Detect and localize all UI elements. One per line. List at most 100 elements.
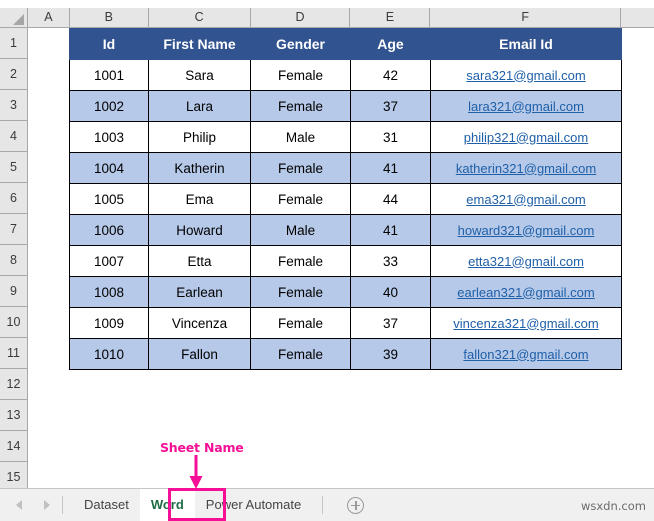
- cell-id[interactable]: 1010: [69, 338, 149, 370]
- row-number-12[interactable]: 12: [0, 369, 27, 400]
- row-number-13[interactable]: 13: [0, 400, 27, 431]
- cell-first-name[interactable]: Sara: [148, 59, 251, 91]
- row-number-1[interactable]: 1: [0, 28, 27, 59]
- triangle-left-icon[interactable]: [14, 500, 24, 510]
- cell-email[interactable]: etta321@gmail.com: [430, 245, 622, 277]
- table-row: 1001 Sara Female 42 sara321@gmail.com: [69, 59, 622, 91]
- row-number-4[interactable]: 4: [0, 121, 27, 152]
- cell-first-name[interactable]: Lara: [148, 90, 251, 122]
- email-hyperlink[interactable]: fallon321@gmail.com: [463, 347, 588, 362]
- cell-id[interactable]: 1002: [69, 90, 149, 122]
- sheet-nav-arrows: [14, 500, 52, 510]
- cell-age[interactable]: 37: [350, 90, 431, 122]
- cell-id[interactable]: 1005: [69, 183, 149, 215]
- email-hyperlink[interactable]: philip321@gmail.com: [464, 130, 588, 145]
- cell-id[interactable]: 1003: [69, 121, 149, 153]
- cell-first-name[interactable]: Ema: [148, 183, 251, 215]
- cell-age[interactable]: 39: [350, 338, 431, 370]
- row-number-14[interactable]: 14: [0, 431, 27, 462]
- email-hyperlink[interactable]: ema321@gmail.com: [466, 192, 585, 207]
- row-number-8[interactable]: 8: [0, 245, 27, 276]
- plus-circle-icon[interactable]: [347, 496, 365, 514]
- triangle-right-icon[interactable]: [42, 500, 52, 510]
- email-hyperlink[interactable]: vincenza321@gmail.com: [453, 316, 598, 331]
- cell-id[interactable]: 1008: [69, 276, 149, 308]
- header-cell-first-name[interactable]: First Name: [148, 28, 251, 60]
- header-cell-gender[interactable]: Gender: [250, 28, 351, 60]
- cell-first-name[interactable]: Vincenza: [148, 307, 251, 339]
- cell-first-name[interactable]: Philip: [148, 121, 251, 153]
- header-cell-id[interactable]: Id: [69, 28, 149, 60]
- row-number-6[interactable]: 6: [0, 183, 27, 214]
- cell-email[interactable]: earlean321@gmail.com: [430, 276, 622, 308]
- column-header-a[interactable]: A: [27, 8, 70, 27]
- cell-gender[interactable]: Female: [250, 245, 351, 277]
- select-all-corner[interactable]: [0, 8, 28, 27]
- sheet-tab-dataset[interactable]: Dataset: [73, 489, 140, 521]
- cell-age[interactable]: 33: [350, 245, 431, 277]
- column-header-e[interactable]: E: [350, 8, 431, 27]
- email-hyperlink[interactable]: lara321@gmail.com: [468, 99, 584, 114]
- cell-email[interactable]: howard321@gmail.com: [430, 214, 622, 246]
- column-header-g[interactable]: [621, 8, 654, 27]
- cell-email[interactable]: philip321@gmail.com: [430, 121, 622, 153]
- table-row: 1009 Vincenza Female 37 vincenza321@gmail.co…: [69, 307, 622, 339]
- cell-id[interactable]: 1004: [69, 152, 149, 184]
- cell-email[interactable]: katherin321@gmail.com: [430, 152, 622, 184]
- email-hyperlink[interactable]: earlean321@gmail.com: [457, 285, 595, 300]
- cell-id[interactable]: 1009: [69, 307, 149, 339]
- cell-gender[interactable]: Female: [250, 338, 351, 370]
- cell-age[interactable]: 31: [350, 121, 431, 153]
- cell-gender[interactable]: Female: [250, 276, 351, 308]
- column-header-f[interactable]: F: [430, 8, 622, 27]
- row-number-9[interactable]: 9: [0, 276, 27, 307]
- cell-age[interactable]: 40: [350, 276, 431, 308]
- cell-age[interactable]: 44: [350, 183, 431, 215]
- cell-first-name[interactable]: Etta: [148, 245, 251, 277]
- table-row: 1003 Philip Male 31 philip321@gmail.com: [69, 121, 622, 153]
- row-number-5[interactable]: 5: [0, 152, 27, 183]
- cell-email[interactable]: sara321@gmail.com: [430, 59, 622, 91]
- cell-first-name[interactable]: Fallon: [148, 338, 251, 370]
- email-hyperlink[interactable]: howard321@gmail.com: [458, 223, 595, 238]
- cell-age[interactable]: 42: [350, 59, 431, 91]
- cell-gender[interactable]: Female: [250, 90, 351, 122]
- cell-age[interactable]: 37: [350, 307, 431, 339]
- annotation-arrow-icon: [189, 455, 203, 489]
- header-cell-email-id[interactable]: Email Id: [430, 28, 622, 60]
- select-all-triangle-icon: [12, 14, 24, 25]
- header-cell-age[interactable]: Age: [350, 28, 431, 60]
- cell-first-name[interactable]: Katherin: [148, 152, 251, 184]
- cell-gender[interactable]: Male: [250, 121, 351, 153]
- cell-email[interactable]: ema321@gmail.com: [430, 183, 622, 215]
- cell-id[interactable]: 1007: [69, 245, 149, 277]
- row-number-3[interactable]: 3: [0, 90, 27, 121]
- cell-age[interactable]: 41: [350, 152, 431, 184]
- row-number-10[interactable]: 10: [0, 307, 27, 338]
- cell-age[interactable]: 41: [350, 214, 431, 246]
- cell-gender[interactable]: Male: [250, 214, 351, 246]
- column-header-c[interactable]: C: [148, 8, 251, 27]
- sheet-tab-word[interactable]: Word: [139, 489, 195, 521]
- cell-email[interactable]: lara321@gmail.com: [430, 90, 622, 122]
- email-hyperlink[interactable]: etta321@gmail.com: [468, 254, 584, 269]
- cell-id[interactable]: 1001: [69, 59, 149, 91]
- cell-first-name[interactable]: Howard: [148, 214, 251, 246]
- email-hyperlink[interactable]: sara321@gmail.com: [466, 68, 585, 83]
- sheet-tab-power-automate[interactable]: Power Automate: [195, 489, 312, 521]
- row-number-7[interactable]: 7: [0, 214, 27, 245]
- cell-email[interactable]: vincenza321@gmail.com: [430, 307, 622, 339]
- row-number-2[interactable]: 2: [0, 59, 27, 90]
- row-number-11[interactable]: 11: [0, 338, 27, 369]
- column-header-d[interactable]: D: [250, 8, 351, 27]
- cell-gender[interactable]: Female: [250, 183, 351, 215]
- employee-data-table: Id First Name Gender Age Email Id 1001 Sa…: [69, 28, 622, 370]
- cell-first-name[interactable]: Earlean: [148, 276, 251, 308]
- cell-gender[interactable]: Female: [250, 307, 351, 339]
- cell-gender[interactable]: Female: [250, 152, 351, 184]
- cell-gender[interactable]: Female: [250, 59, 351, 91]
- email-hyperlink[interactable]: katherin321@gmail.com: [456, 161, 596, 176]
- cell-email[interactable]: fallon321@gmail.com: [430, 338, 622, 370]
- column-header-b[interactable]: B: [69, 8, 149, 27]
- cell-id[interactable]: 1006: [69, 214, 149, 246]
